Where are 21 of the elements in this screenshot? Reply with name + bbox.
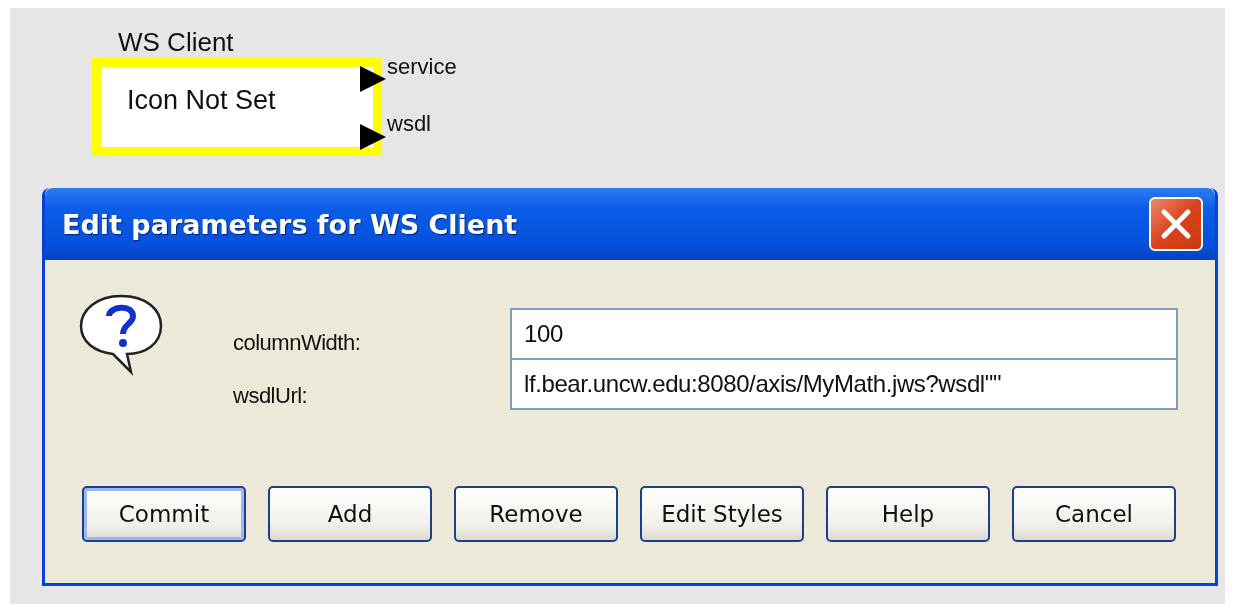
close-button[interactable] xyxy=(1149,197,1203,251)
node-box[interactable]: Icon Not Set xyxy=(92,58,382,156)
dialog-button[interactable]: Edit Styles xyxy=(640,486,804,542)
dialog-button[interactable]: Remove xyxy=(454,486,618,542)
dialog-button[interactable]: Cancel xyxy=(1012,486,1176,542)
node-title: WS Client xyxy=(118,28,234,56)
port-icon[interactable] xyxy=(360,66,386,92)
port-icon[interactable] xyxy=(360,124,386,150)
dialog-title: Edit parameters for WS Client xyxy=(62,208,518,240)
dialog-button[interactable]: Help xyxy=(826,486,990,542)
port-label: wsdl xyxy=(387,111,431,137)
dialog-button[interactable]: Add xyxy=(268,486,432,542)
parameter-field[interactable]: 100 xyxy=(510,308,1178,360)
question-icon xyxy=(77,292,165,376)
close-icon xyxy=(1159,207,1193,241)
parameter-field[interactable]: lf.bear.uncw.edu:8080/axis/MyMath.jws?wsdl"" xyxy=(510,358,1178,410)
parameter-label: wsdlUrl: xyxy=(233,383,309,409)
dialog-button[interactable]: Commit xyxy=(82,486,246,542)
port-label: service xyxy=(387,54,457,80)
parameter-label: columnWidth: xyxy=(233,330,362,356)
node-label: Icon Not Set xyxy=(127,84,276,116)
